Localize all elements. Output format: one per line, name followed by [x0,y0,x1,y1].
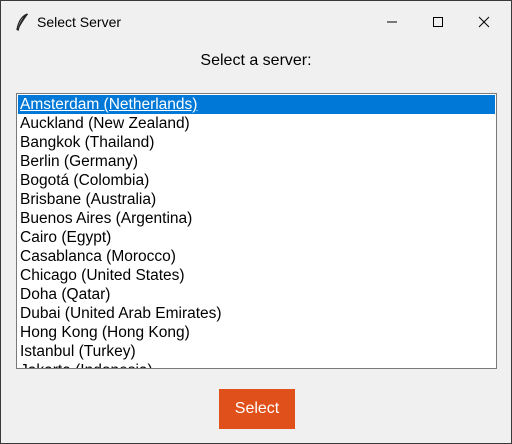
server-list-item[interactable]: Bogotá (Colombia) [18,171,495,190]
server-list-item[interactable]: Buenos Aires (Argentina) [18,209,495,228]
feather-icon [16,13,28,31]
server-list-item[interactable]: Cairo (Egypt) [18,228,495,247]
server-list-item[interactable]: Hong Kong (Hong Kong) [18,323,495,342]
close-icon [478,16,490,28]
server-list-item[interactable]: Chicago (United States) [18,266,495,285]
server-list-item[interactable]: Istanbul (Turkey) [18,342,495,361]
server-list-item[interactable]: Dubai (United Arab Emirates) [18,304,495,323]
maximize-icon [433,17,443,27]
minimize-button[interactable] [369,1,415,43]
prompt-label: Select a server: [200,52,312,69]
close-button[interactable] [461,1,507,43]
title-bar[interactable]: Select Server [1,1,511,43]
server-list-item[interactable]: Auckland (New Zealand) [18,114,495,133]
server-list-item[interactable]: Berlin (Germany) [18,152,495,171]
select-button[interactable]: Select [219,389,295,429]
server-list-item[interactable]: Brisbane (Australia) [18,190,495,209]
server-list-item[interactable]: Jakarta (Indonesia) [18,361,495,368]
server-list-item[interactable]: Casablanca (Morocco) [18,247,495,266]
server-list-item[interactable]: Amsterdam (Netherlands) [18,95,495,114]
server-list-item[interactable]: Doha (Qatar) [18,285,495,304]
minimize-icon [387,21,397,23]
server-list-item[interactable]: Bangkok (Thailand) [18,133,495,152]
server-listbox[interactable]: Amsterdam (Netherlands) Auckland (New Zea… [16,93,497,369]
select-server-window: Select Server Select a server: Amsterdam… [0,0,512,444]
maximize-button[interactable] [415,1,461,43]
window-title: Select Server [37,14,122,30]
